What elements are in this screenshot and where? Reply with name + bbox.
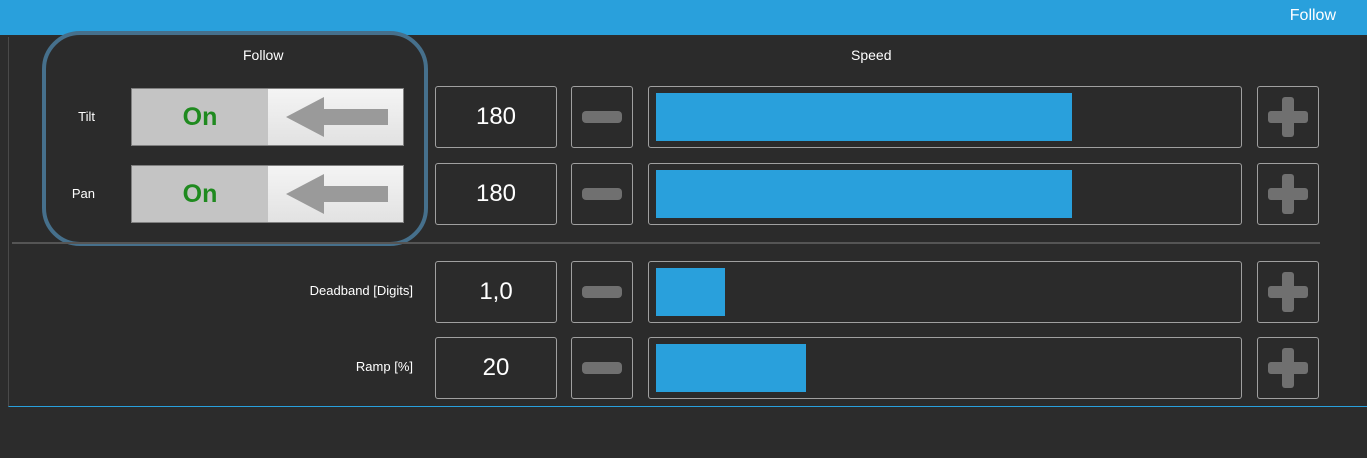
window-title: Follow [1289,7,1336,24]
arrow-left-icon [268,166,403,222]
deadband-fill [656,268,725,316]
pan-speed-increase-button[interactable] [1257,163,1319,225]
plus-icon [1268,272,1308,312]
pan-speed-value[interactable]: 180 [435,163,557,225]
section-divider [12,242,1320,244]
tilt-speed-fill [656,93,1072,141]
ramp-increase-button[interactable] [1257,337,1319,399]
ramp-value[interactable]: 20 [435,337,557,399]
pan-label: Pan [71,186,95,201]
tilt-follow-toggle[interactable]: On [131,88,404,146]
deadband-decrease-button[interactable] [571,261,633,323]
ramp-fill [656,344,806,392]
tilt-speed-increase-button[interactable] [1257,86,1319,148]
pan-toggle-state: On [132,166,268,222]
deadband-slider[interactable] [648,261,1242,323]
pan-speed-slider[interactable] [648,163,1242,225]
plus-icon [1268,174,1308,214]
plus-icon [1268,97,1308,137]
ramp-decrease-button[interactable] [571,337,633,399]
minus-icon [582,188,622,200]
minus-icon [582,362,622,374]
minus-icon [582,111,622,123]
arrow-left-icon [268,89,403,145]
ramp-slider[interactable] [648,337,1242,399]
tilt-speed-decrease-button[interactable] [571,86,633,148]
pan-speed-decrease-button[interactable] [571,163,633,225]
plus-icon [1268,348,1308,388]
tilt-toggle-state: On [132,89,268,145]
tilt-speed-value[interactable]: 180 [435,86,557,148]
footer-area [0,407,1367,458]
title-bar: Follow [0,0,1367,35]
pan-speed-fill [656,170,1072,218]
ramp-label: Ramp [%] [355,359,413,374]
deadband-increase-button[interactable] [1257,261,1319,323]
minus-icon [582,286,622,298]
deadband-label: Deadband [Digits] [309,283,413,298]
deadband-value[interactable]: 1,0 [435,261,557,323]
pan-follow-toggle[interactable]: On [131,165,404,223]
speed-column-header: Speed [851,47,892,63]
tilt-label: Tilt [78,109,95,124]
tilt-speed-slider[interactable] [648,86,1242,148]
